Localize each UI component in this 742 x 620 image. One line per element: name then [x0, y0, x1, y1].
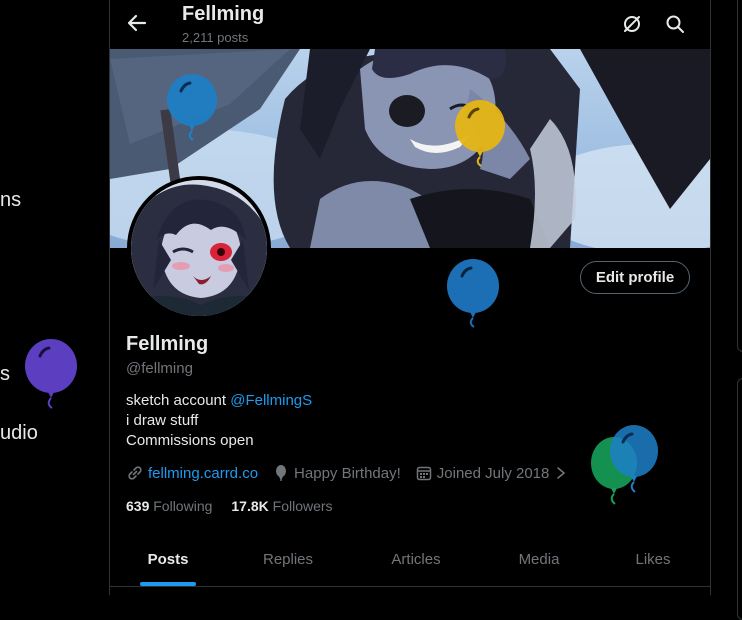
tab-label: Posts	[147, 551, 189, 568]
tab-label: Articles	[391, 551, 441, 568]
grok-icon	[624, 16, 640, 32]
website-item: fellming.carrd.co	[126, 464, 258, 482]
joined-text: Joined July 2018	[436, 464, 550, 482]
bio-line: i draw stuff	[126, 412, 199, 429]
arrow-left-icon	[127, 14, 147, 32]
tab-replies[interactable]: Replies	[226, 533, 350, 586]
profile-column: Fellming 2,211 posts Edit profile Fellmi…	[109, 0, 711, 595]
tab-label: Likes	[635, 551, 671, 568]
avatar-image	[131, 180, 267, 316]
tab-label: Media	[518, 551, 560, 568]
balloon-icon	[276, 465, 287, 481]
tab-articles[interactable]: Articles	[350, 533, 482, 586]
sidebar-card	[737, 378, 742, 620]
joined-item: Joined July 2018	[415, 464, 572, 482]
bio-line: sketch account @FellmingS	[126, 391, 312, 411]
profile-tabs: Posts Replies Articles Media Likes	[110, 533, 710, 587]
birthday-text: Happy Birthday!	[294, 464, 401, 482]
followers-count: 17.8K	[231, 498, 269, 514]
bio-mention-link[interactable]: @FellmingS	[230, 392, 312, 409]
active-tab-indicator	[140, 582, 196, 586]
user-handle: @fellming	[126, 360, 193, 377]
tab-posts[interactable]: Posts	[110, 533, 226, 586]
balloon-icon	[610, 425, 658, 493]
tab-label: Replies	[262, 551, 314, 568]
bio-text: sketch account	[126, 392, 231, 409]
right-sidebar	[737, 0, 742, 620]
header-title: Fellming	[182, 3, 265, 25]
following-link[interactable]: 639 Following	[126, 498, 212, 514]
balloon-icon	[455, 100, 505, 167]
post-count: 2,211 posts	[182, 30, 249, 45]
search-button[interactable]	[663, 12, 687, 36]
edit-profile-button[interactable]: Edit profile	[580, 261, 690, 294]
search-icon	[666, 15, 684, 33]
link-icon	[128, 466, 142, 480]
nav-item-fragment[interactable]: s	[0, 363, 10, 386]
followers-link[interactable]: 17.8K Followers	[231, 498, 332, 514]
sidebar-card	[737, 0, 742, 352]
bio-line: Commissions open	[126, 432, 254, 449]
profile-header: Fellming 2,211 posts	[110, 0, 710, 49]
profile-meta: fellming.carrd.co Happy Birthday! Joined…	[126, 463, 585, 483]
left-navigation: ns s udio	[0, 0, 110, 595]
follow-stats: 639 Following 17.8K Followers	[126, 498, 352, 514]
balloon-icon	[167, 74, 217, 141]
display-name: Fellming	[126, 333, 209, 355]
website-link[interactable]: fellming.carrd.co	[148, 465, 258, 482]
back-button[interactable]	[124, 10, 150, 36]
nav-item-fragment[interactable]: udio	[0, 422, 38, 445]
nav-item-fragment[interactable]: ns	[0, 189, 21, 212]
calendar-icon	[416, 466, 432, 481]
balloon-icon	[25, 339, 77, 409]
followers-label: Followers	[272, 498, 333, 514]
following-label: Following	[153, 498, 213, 514]
avatar[interactable]	[127, 176, 271, 320]
balloon-icon	[447, 259, 499, 328]
birthday-item: Happy Birthday!	[272, 464, 401, 482]
grok-button[interactable]	[620, 12, 644, 36]
following-count: 639	[126, 498, 150, 514]
tab-media[interactable]: Media	[482, 533, 596, 586]
chevron-right-icon[interactable]	[555, 466, 567, 480]
tab-likes[interactable]: Likes	[596, 533, 710, 586]
profile-bio: sketch account @FellmingS i draw stuff C…	[126, 391, 312, 451]
